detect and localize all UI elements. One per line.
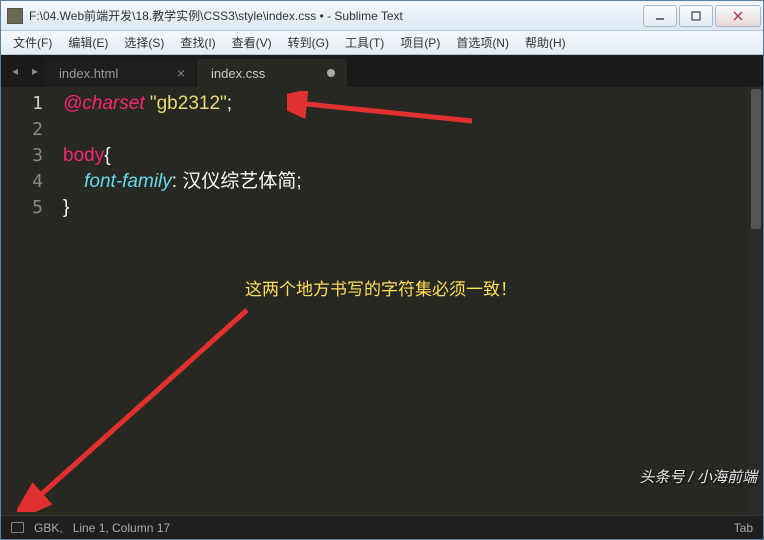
line-gutter: 1 2 3 4 5 (1, 87, 57, 515)
scroll-thumb[interactable] (751, 89, 761, 229)
window-title: F:\04.Web前端开发\18.教学实例\CSS3\style\index.c… (29, 7, 643, 24)
status-tab-size[interactable]: Tab (734, 521, 753, 535)
close-button[interactable] (715, 5, 761, 27)
code-token (63, 171, 84, 192)
line-number: 4 (1, 169, 43, 195)
tab-index-css[interactable]: index.css (197, 59, 347, 87)
code-token: @charset (63, 93, 150, 114)
line-number: 5 (1, 195, 43, 221)
tab-prev-icon[interactable]: ◂ (7, 63, 23, 79)
menu-select[interactable]: 选择(S) (116, 31, 172, 54)
status-bar: GBK, Line 1, Column 17 Tab (1, 515, 763, 539)
code-view[interactable]: @charset "gb2312"; body{ font-family: 汉仪… (57, 87, 763, 515)
line-number: 2 (1, 117, 43, 143)
status-position[interactable]: Line 1, Column 17 (73, 521, 170, 535)
status-encoding[interactable]: GBK, (34, 521, 63, 535)
menu-edit[interactable]: 编辑(E) (60, 31, 116, 54)
menu-file[interactable]: 文件(F) (5, 31, 60, 54)
code-token: } (63, 197, 69, 218)
annotation-text: 这两个地方书写的字符集必须一致！ (245, 277, 517, 303)
tab-label: index.css (211, 66, 265, 81)
code-token: font-family (84, 171, 172, 192)
line-number: 3 (1, 143, 43, 169)
code-token: ; (227, 93, 232, 114)
editor-area[interactable]: 1 2 3 4 5 @charset "gb2312"; body{ font-… (1, 87, 763, 515)
code-token: "gb2312" (150, 93, 227, 114)
tab-label: index.html (59, 66, 118, 81)
code-token: 汉仪综艺体简 (182, 171, 296, 192)
code-token: : (172, 171, 183, 192)
panel-toggle-icon[interactable] (11, 522, 24, 533)
vertical-scrollbar[interactable] (749, 87, 763, 515)
tab-strip: ◂ ▸ index.html × index.css (1, 55, 763, 87)
tab-index-html[interactable]: index.html × (45, 59, 195, 87)
app-icon (7, 8, 23, 24)
maximize-button[interactable] (679, 5, 713, 27)
watermark-text: 头条号 / 小海前端 (639, 466, 757, 487)
code-token: ; (296, 171, 301, 192)
menu-view[interactable]: 查看(V) (224, 31, 280, 54)
menu-goto[interactable]: 转到(G) (280, 31, 337, 54)
tab-next-icon[interactable]: ▸ (27, 63, 43, 79)
minimize-button[interactable] (643, 5, 677, 27)
code-token: body (63, 145, 104, 166)
menu-project[interactable]: 项目(P) (392, 31, 448, 54)
title-bar: F:\04.Web前端开发\18.教学实例\CSS3\style\index.c… (1, 1, 763, 31)
code-token: { (104, 145, 110, 166)
close-icon[interactable]: × (177, 65, 185, 81)
dirty-indicator-icon (327, 69, 335, 77)
menu-help[interactable]: 帮助(H) (517, 31, 574, 54)
menu-bar: 文件(F) 编辑(E) 选择(S) 查找(I) 查看(V) 转到(G) 工具(T… (1, 31, 763, 55)
menu-prefs[interactable]: 首选项(N) (448, 31, 517, 54)
menu-find[interactable]: 查找(I) (172, 31, 223, 54)
menu-tools[interactable]: 工具(T) (337, 31, 392, 54)
line-number: 1 (1, 91, 43, 117)
